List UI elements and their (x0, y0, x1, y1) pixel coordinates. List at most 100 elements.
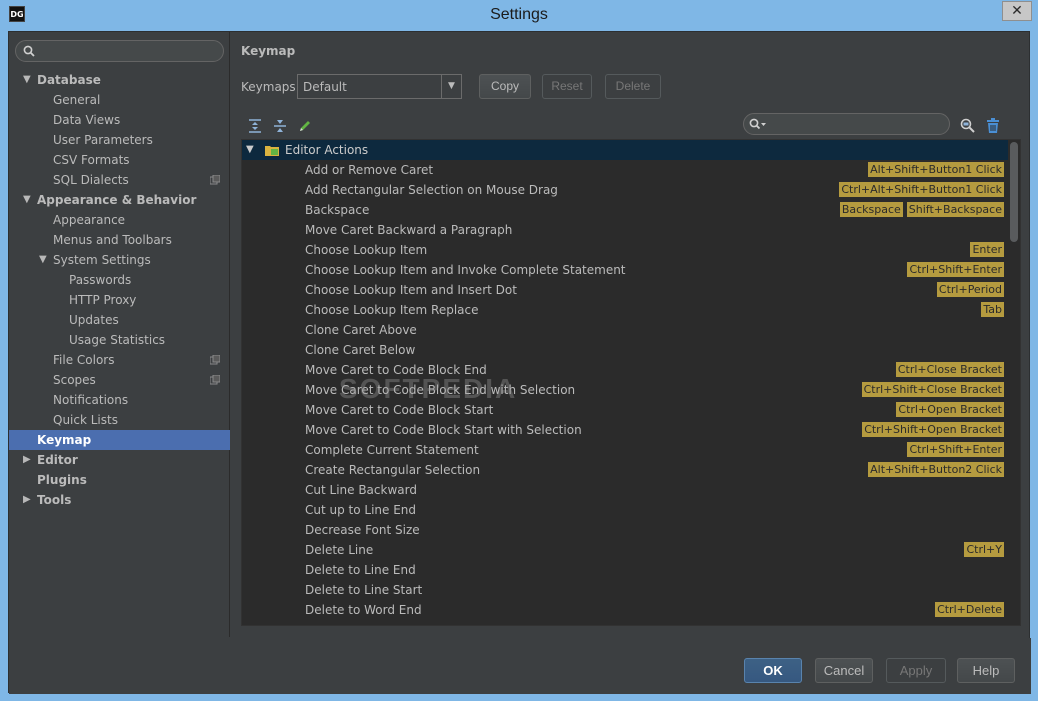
action-label: Delete to Line Start (305, 583, 423, 597)
sidebar-item[interactable]: ▼ Appearance & Behavior (9, 190, 230, 210)
apply-button[interactable]: Apply (886, 658, 946, 683)
sidebar-item-label: System Settings (53, 253, 151, 267)
sidebar-item[interactable]: Usage Statistics (9, 330, 230, 350)
project-level-icon (210, 355, 220, 365)
action-label: Move Caret to Code Block Start (305, 403, 494, 417)
reset-button[interactable]: Reset (542, 74, 592, 99)
sidebar-item[interactable]: Scopes (9, 370, 230, 390)
action-row[interactable]: Backspace Backspace Shift+Backspace (242, 200, 1008, 220)
action-row[interactable]: Cut up to Line End (242, 500, 1008, 520)
sidebar-item[interactable]: HTTP Proxy (9, 290, 230, 310)
sidebar-item[interactable]: User Parameters (9, 130, 230, 150)
keymap-actions-list[interactable]: ▼ Editor Actions Add or Remove Caret Alt+… (241, 139, 1021, 626)
chevron-down-icon[interactable]: ▼ (246, 144, 254, 155)
action-row[interactable]: Complete Current Statement Ctrl+Shift+Ent… (242, 440, 1008, 460)
action-row[interactable]: Delete to Word End Ctrl+Delete (242, 600, 1008, 620)
sidebar-item[interactable]: Quick Lists (9, 410, 230, 430)
chevron-down-icon[interactable]: ▼ (39, 250, 51, 270)
action-row[interactable]: Move Caret to Code Block End with Select… (242, 380, 1008, 400)
shortcut-badge: Tab (981, 302, 1004, 317)
action-row[interactable]: Delete to Line Start (242, 580, 1008, 600)
action-row[interactable]: Decrease Font Size (242, 520, 1008, 540)
action-label: Choose Lookup Item and Insert Dot (305, 283, 517, 297)
action-row[interactable]: Delete Line Ctrl+Y (242, 540, 1008, 560)
sidebar-item[interactable]: General (9, 90, 230, 110)
action-row[interactable]: Create Rectangular Selection Alt+Shift+Bu… (242, 460, 1008, 480)
chevron-right-icon[interactable]: ▶ (23, 450, 35, 470)
action-row[interactable]: Choose Lookup Item and Insert Dot Ctrl+Pe… (242, 280, 1008, 300)
action-row[interactable]: Clone Caret Above (242, 320, 1008, 340)
action-label: Complete Current Statement (305, 443, 479, 457)
action-label: Clone Caret Below (305, 343, 416, 357)
sidebar-item-label: Tools (37, 493, 72, 507)
settings-search-input[interactable] (15, 40, 224, 62)
sidebar-item[interactable]: Keymap (9, 430, 230, 450)
shortcut-badge: Ctrl+Open Bracket (896, 402, 1004, 417)
shortcut-badge: Ctrl+Close Bracket (895, 362, 1004, 377)
sidebar-item[interactable]: ▶ Editor (9, 450, 230, 470)
sidebar-item[interactable]: File Colors (9, 350, 230, 370)
action-row[interactable]: Cut Line Backward (242, 480, 1008, 500)
help-button[interactable]: Help (957, 658, 1015, 683)
action-label: Choose Lookup Item (305, 243, 428, 257)
keymap-select[interactable]: Default ▼ (297, 74, 462, 99)
action-filter-input[interactable] (743, 113, 950, 135)
shortcut-badge: Enter (970, 242, 1004, 257)
action-row[interactable]: Move Caret to Code Block End Ctrl+Close B… (242, 360, 1008, 380)
close-window-button[interactable]: ✕ (1002, 1, 1032, 21)
copy-button[interactable]: Copy (479, 74, 531, 99)
sidebar-item-label: Appearance & Behavior (37, 193, 197, 207)
action-label: Move Caret to Code Block End with Select… (305, 383, 576, 397)
sidebar-item-label: Updates (69, 313, 119, 327)
ok-button[interactable]: OK (744, 658, 802, 683)
chevron-down-icon[interactable]: ▼ (23, 70, 35, 90)
shortcut-badge: Ctrl+Shift+Close Bracket (861, 382, 1004, 397)
action-row[interactable]: Move Caret to Code Block Start Ctrl+Open … (242, 400, 1008, 420)
delete-button[interactable]: Delete (605, 74, 661, 99)
action-row[interactable]: Choose Lookup Item and Invoke Complete S… (242, 260, 1008, 280)
keymap-panel: Keymap Keymaps: Default ▼ Copy Reset Del… (231, 32, 1031, 637)
action-label: Cut Line Backward (305, 483, 417, 497)
action-label: Move Caret Backward a Paragraph (305, 223, 513, 237)
scrollbar-thumb[interactable] (1010, 142, 1018, 242)
action-row[interactable]: Move Caret to Code Block Start with Sele… (242, 420, 1008, 440)
collapse-all-icon[interactable] (272, 118, 288, 134)
edit-shortcut-icon[interactable] (297, 118, 313, 134)
clear-filter-trash-icon[interactable] (984, 117, 1002, 135)
sidebar-item[interactable]: ▼ System Settings (9, 250, 230, 270)
cancel-button[interactable]: Cancel (815, 658, 873, 683)
list-scrollbar[interactable] (1008, 140, 1020, 625)
sidebar-item[interactable]: Data Views (9, 110, 230, 130)
sidebar-item[interactable]: Menus and Toolbars (9, 230, 230, 250)
action-label: Choose Lookup Item Replace (305, 303, 479, 317)
chevron-right-icon[interactable]: ▶ (23, 490, 35, 510)
sidebar-item-label: Data Views (53, 113, 121, 127)
action-row[interactable]: Choose Lookup Item Replace Tab (242, 300, 1008, 320)
action-label: Delete to Line End (305, 563, 416, 577)
action-row[interactable]: Delete to Line End (242, 560, 1008, 580)
sidebar-item[interactable]: SQL Dialects (9, 170, 230, 190)
action-row[interactable]: Add or Remove Caret Alt+Shift+Button1 Cli… (242, 160, 1008, 180)
action-row[interactable]: Move Caret Backward a Paragraph (242, 220, 1008, 240)
action-row[interactable]: Clone Caret Below (242, 340, 1008, 360)
sidebar-item[interactable]: Appearance (9, 210, 230, 230)
find-by-shortcut-icon[interactable] (959, 117, 977, 135)
sidebar-item[interactable]: Notifications (9, 390, 230, 410)
chevron-down-icon[interactable]: ▼ (23, 190, 35, 210)
sidebar-item-label: Database (37, 73, 101, 87)
action-row[interactable]: Choose Lookup Item Enter (242, 240, 1008, 260)
action-row[interactable]: Add Rectangular Selection on Mouse Drag C… (242, 180, 1008, 200)
shortcut-badge: Ctrl+Period (936, 282, 1004, 297)
sidebar-item[interactable]: Plugins (9, 470, 230, 490)
window-titlebar: DG Settings ✕ (0, 0, 1038, 30)
sidebar-item[interactable]: ▼ Database (9, 70, 230, 90)
shortcut-badge: Alt+Shift+Button1 Click (868, 162, 1004, 177)
sidebar-item[interactable]: CSV Formats (9, 150, 230, 170)
expand-all-icon[interactable] (247, 118, 263, 134)
sidebar-item[interactable]: Updates (9, 310, 230, 330)
shortcut-badge: Alt+Shift+Button2 Click (868, 462, 1004, 477)
sidebar-item[interactable]: Passwords (9, 270, 230, 290)
sidebar-item[interactable]: ▶ Tools (9, 490, 230, 510)
sidebar-item-label: Appearance (53, 213, 126, 227)
group-row-editor-actions[interactable]: ▼ Editor Actions (242, 140, 1008, 160)
